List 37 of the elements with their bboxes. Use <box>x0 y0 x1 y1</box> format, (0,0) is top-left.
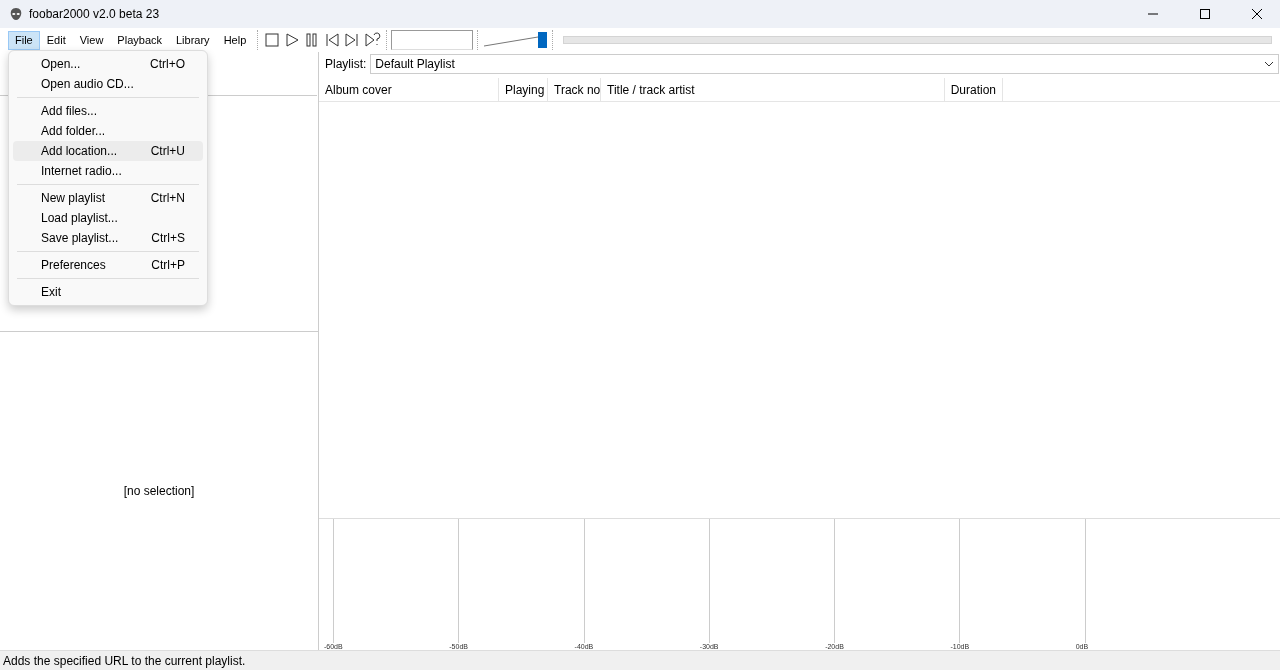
column-header[interactable]: Album cover <box>319 78 499 101</box>
window-title: foobar2000 v2.0 beta 23 <box>29 7 161 21</box>
maximize-icon <box>1200 9 1210 19</box>
random-icon <box>363 31 382 49</box>
menu-item[interactable]: View <box>72 30 111 50</box>
column-header[interactable]: Duration <box>945 78 1003 101</box>
menu-item[interactable]: File <box>8 30 40 50</box>
menu-entry[interactable]: Internet radio... <box>13 161 203 181</box>
menu-entry[interactable]: Exit <box>13 282 203 302</box>
previous-icon <box>323 31 342 49</box>
menu-item[interactable]: Edit <box>39 30 73 50</box>
selection-status: [no selection] <box>123 484 195 498</box>
menu-entry[interactable]: Preferences Ctrl+P <box>13 255 203 275</box>
volume-slider[interactable] <box>482 30 549 50</box>
alien-logo-icon <box>9 7 23 21</box>
menu-item[interactable]: Help <box>216 30 254 50</box>
close-icon <box>1252 9 1262 19</box>
menu-entry[interactable]: Add files... <box>13 101 203 121</box>
menu-entry[interactable]: Add location... Ctrl+U <box>13 141 203 161</box>
stop-icon <box>263 31 282 49</box>
playlist-label: Playlist: <box>325 57 367 71</box>
chevron-down-icon <box>1264 61 1274 67</box>
menu-entry[interactable]: Save playlist... Ctrl+S <box>13 228 203 248</box>
random-button[interactable] <box>362 30 383 50</box>
status-text: Adds the specified URL to the current playlist. <box>3 653 246 668</box>
playlist-dropdown[interactable]: Default Playlist <box>370 54 1279 74</box>
menu-item[interactable]: Library <box>169 30 217 50</box>
menu-entry[interactable]: Open... Ctrl+O <box>13 54 203 74</box>
column-header[interactable]: Title / track artist <box>601 78 945 101</box>
column-header[interactable]: Track no <box>548 78 601 101</box>
menu-entry[interactable]: Open audio CD... <box>13 74 203 94</box>
volume-thumb[interactable] <box>538 32 548 48</box>
menu-entry[interactable]: Add folder... <box>13 121 203 141</box>
menu-entry[interactable]: Load playlist... <box>13 208 203 228</box>
column-header[interactable]: Playing <box>499 78 548 101</box>
menu-entry[interactable]: New playlist Ctrl+N <box>13 188 203 208</box>
menu-item[interactable]: Playback <box>110 30 169 50</box>
